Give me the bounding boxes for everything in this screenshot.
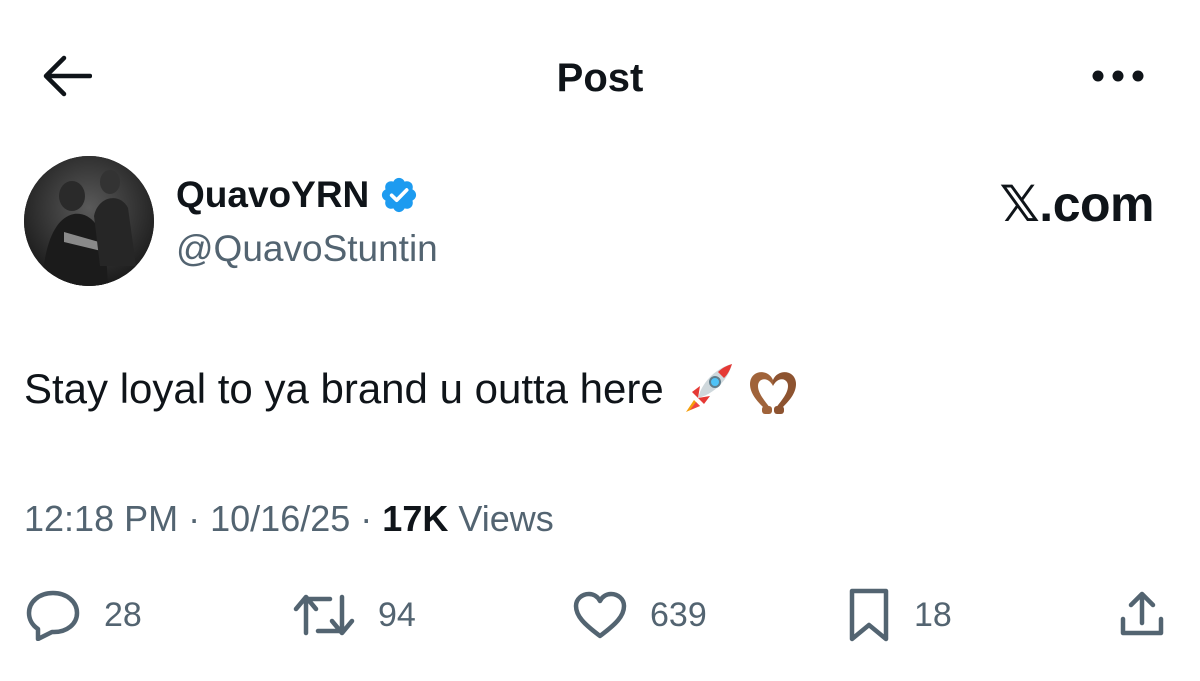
page-title: Post	[556, 56, 644, 100]
post-text-content: Stay loyal to ya brand u outta here	[24, 365, 664, 412]
more-options-button[interactable]	[1086, 60, 1150, 96]
action-bar: 28 94 639 18	[0, 580, 1200, 650]
share-button[interactable]	[1114, 588, 1170, 644]
reply-count: 28	[104, 595, 142, 634]
views-count[interactable]: 17K	[382, 498, 448, 539]
heart-hands-emoji-icon	[744, 360, 802, 418]
repost-count: 94	[378, 595, 416, 634]
like-count: 639	[650, 595, 707, 634]
views-label: Views	[458, 498, 554, 539]
repost-icon	[292, 589, 356, 641]
display-name[interactable]: QuavoYRN	[176, 172, 369, 218]
reply-icon	[24, 589, 82, 641]
bookmark-icon	[846, 587, 892, 643]
author-name-row: QuavoYRN	[176, 172, 419, 218]
post-date[interactable]: 10/16/25	[210, 498, 350, 539]
author-handle[interactable]: @QuavoStuntin	[176, 226, 438, 272]
bookmark-button[interactable]: 18	[846, 580, 952, 650]
meta-separator: ·	[360, 498, 373, 539]
rocket-emoji-icon	[678, 360, 736, 418]
meta-separator: ·	[188, 498, 201, 539]
reply-button[interactable]: 28	[24, 580, 142, 650]
top-bar: Post	[0, 0, 1200, 150]
verified-badge-icon	[379, 175, 419, 215]
share-icon	[1117, 589, 1167, 644]
avatar[interactable]	[24, 156, 154, 286]
more-dots-icon	[1091, 69, 1145, 88]
post-time[interactable]: 12:18 PM	[24, 498, 178, 539]
repost-button[interactable]: 94	[292, 580, 416, 650]
watermark-logo: 𝕏.com	[999, 176, 1155, 232]
like-button[interactable]: 639	[572, 580, 707, 650]
post-emojis	[678, 360, 802, 418]
post-text: Stay loyal to ya brand u outta here	[24, 360, 802, 418]
heart-icon	[572, 590, 628, 640]
post-meta: 12:18 PM · 10/16/25 · 17K Views	[24, 496, 554, 542]
bookmark-count: 18	[914, 595, 952, 634]
